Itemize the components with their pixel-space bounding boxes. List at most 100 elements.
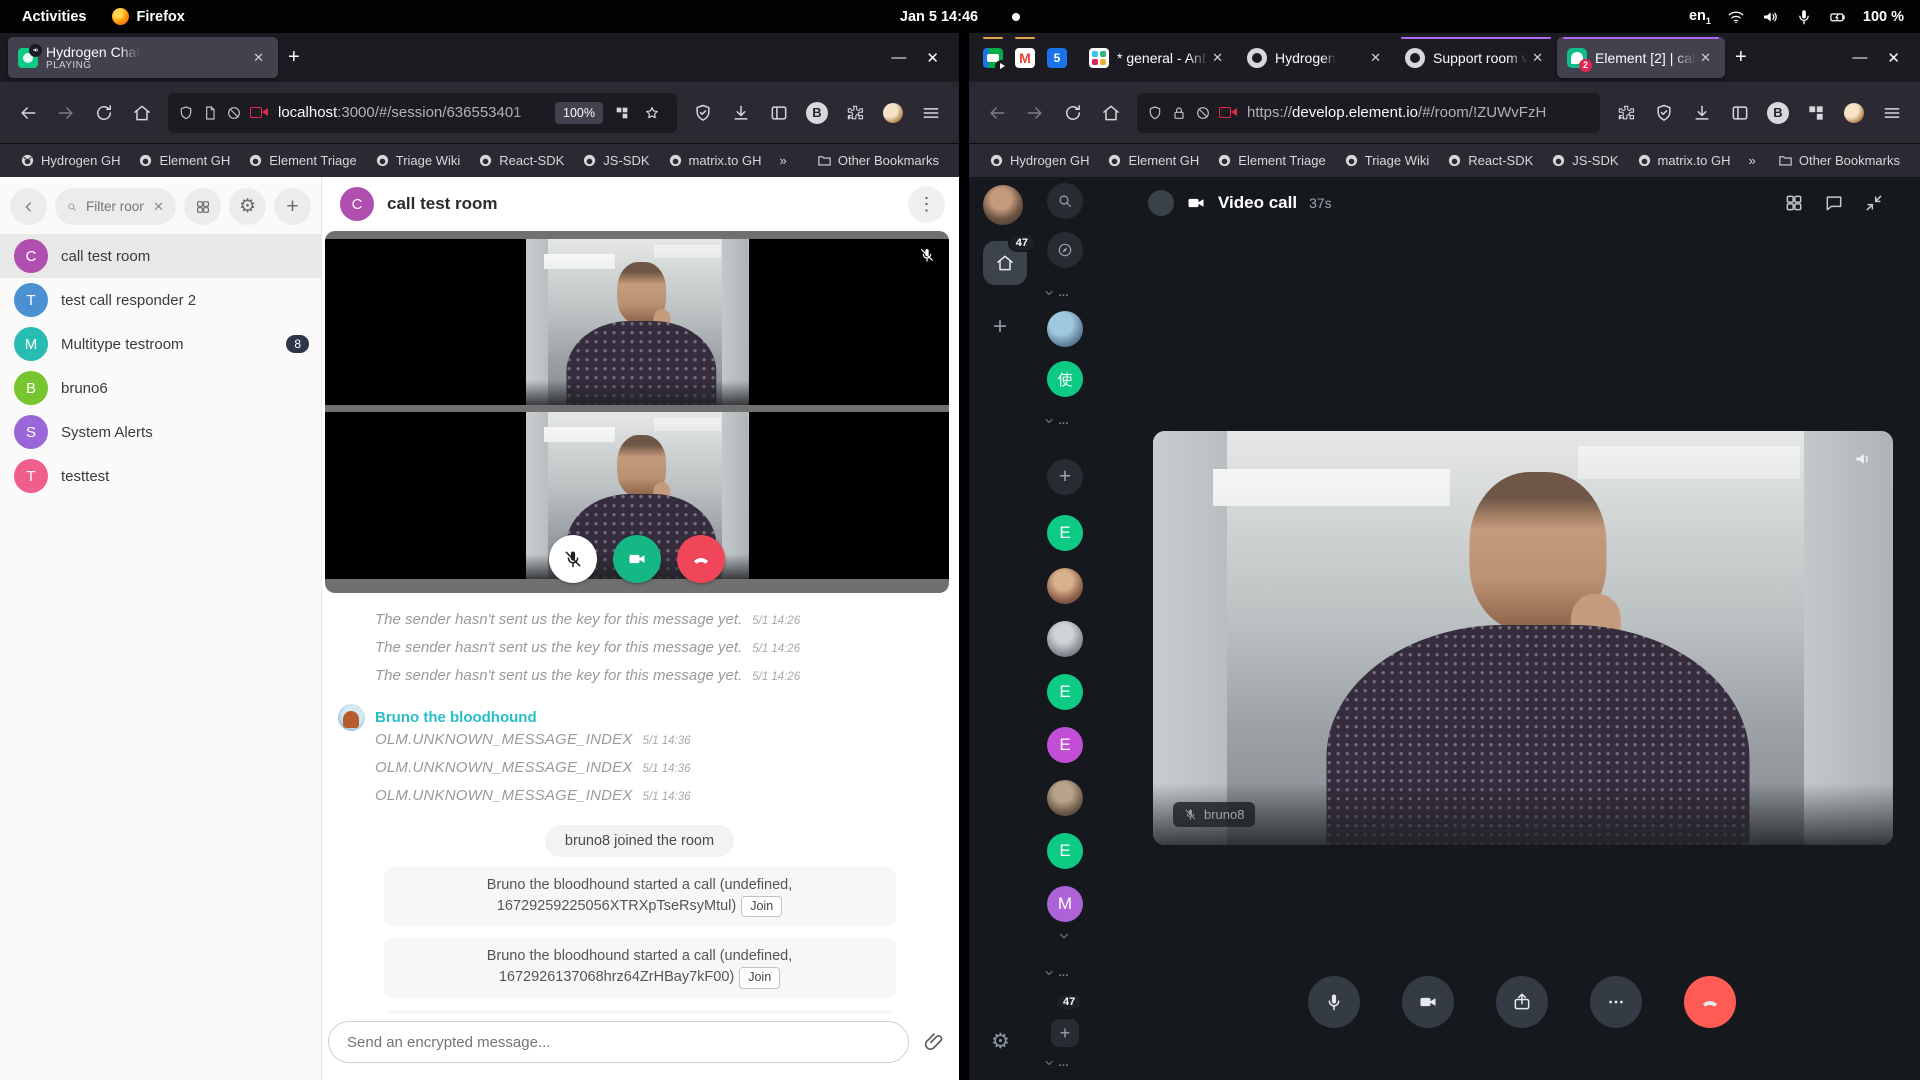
activities-button[interactable]: Activities: [22, 9, 86, 25]
create-room-button[interactable]: +: [274, 188, 311, 225]
new-tab-button[interactable]: +: [1725, 44, 1757, 71]
chat-bubble-icon[interactable]: [1824, 193, 1844, 213]
forward-button[interactable]: [1017, 95, 1053, 131]
room-avatar-photo[interactable]: [1047, 311, 1083, 347]
composer-field[interactable]: [328, 1021, 909, 1063]
sidebar-toggle-icon[interactable]: [761, 95, 797, 131]
audio-output-icon[interactable]: [1853, 449, 1873, 474]
focused-app-menu[interactable]: Firefox: [112, 8, 184, 25]
bookmark-item[interactable]: Hydrogen GH: [12, 149, 128, 172]
section-collapse-chevron[interactable]: …: [1043, 287, 1071, 299]
section-collapse-chevron[interactable]: …: [1043, 967, 1071, 979]
toggle-camera-button[interactable]: [613, 535, 661, 583]
quick-settings-gear-button[interactable]: ⚙: [991, 1029, 1010, 1054]
home-button[interactable]: [1093, 95, 1129, 131]
room-avatar-letter[interactable]: M: [1047, 886, 1083, 922]
bitwarden-extension-icon[interactable]: B: [1760, 95, 1796, 131]
clear-filter-icon[interactable]: ✕: [153, 199, 164, 215]
message-timeline[interactable]: The sender hasn't sent us the key for th…: [322, 599, 959, 1014]
tab-close-button[interactable]: ✕: [1696, 48, 1715, 68]
room-avatar-kanji[interactable]: 使: [1047, 361, 1083, 397]
extensions-puzzle-icon[interactable]: [837, 95, 873, 131]
room-item-testtest[interactable]: T testtest: [0, 454, 321, 498]
room-avatar-letter[interactable]: E: [1047, 515, 1083, 551]
https-lock-icon[interactable]: [1171, 105, 1187, 121]
join-call-button[interactable]: Join: [741, 896, 782, 918]
toggle-mic-button[interactable]: [1308, 976, 1360, 1028]
back-button[interactable]: [979, 95, 1015, 131]
tab-close-button[interactable]: ✕: [249, 48, 268, 68]
remote-participant-video[interactable]: bruno8 Bruno the…: [1153, 431, 1893, 845]
new-tab-button[interactable]: +: [278, 44, 310, 71]
tab-close-button[interactable]: ✕: [1366, 48, 1385, 68]
reload-button[interactable]: [1055, 95, 1091, 131]
battery-percent[interactable]: 100 %: [1863, 9, 1904, 25]
hamster-extension-icon[interactable]: [1836, 95, 1872, 131]
grid-view-button[interactable]: [184, 188, 221, 225]
menu-hamburger-icon[interactable]: [1874, 95, 1910, 131]
settings-gear-button[interactable]: ⚙: [229, 188, 266, 225]
create-space-button[interactable]: +: [993, 313, 1007, 341]
back-button[interactable]: [10, 95, 46, 131]
tracking-protection-icon[interactable]: [226, 105, 242, 121]
pocket-shield-icon[interactable]: [685, 95, 721, 131]
room-item-multitype-testroom[interactable]: M Multitype testroom 8: [0, 322, 321, 366]
hangup-button[interactable]: [677, 535, 725, 583]
bitwarden-extension-icon[interactable]: B: [799, 95, 835, 131]
extensions-puzzle-icon[interactable]: [1608, 95, 1644, 131]
tracking-protection-icon[interactable]: [1195, 105, 1211, 121]
permissions-shield-icon[interactable]: [1147, 105, 1163, 121]
more-options-button[interactable]: [1590, 976, 1642, 1028]
clock[interactable]: Jan 5 14:46: [900, 9, 978, 25]
pocket-shield-icon[interactable]: [1646, 95, 1682, 131]
other-bookmarks-folder[interactable]: Other Bookmarks: [1770, 149, 1908, 172]
filter-rooms-pill[interactable]: ✕: [55, 188, 176, 225]
page-info-icon[interactable]: [202, 105, 218, 121]
bookmark-item[interactable]: JS-SDK: [1543, 149, 1626, 172]
sidebar-toggle-icon[interactable]: [1722, 95, 1758, 131]
room-avatar-letter[interactable]: E: [1047, 727, 1083, 763]
bookmark-item[interactable]: Triage Wiki: [1336, 149, 1438, 172]
bookmark-item[interactable]: matrix.to GH: [660, 149, 770, 172]
room-item-bruno6[interactable]: B bruno6: [0, 366, 321, 410]
address-bar[interactable]: https://develop.element.io/#/room/!ZUWvF…: [1137, 93, 1600, 133]
bookmark-item[interactable]: Triage Wiki: [367, 149, 469, 172]
pinned-tab-meet[interactable]: [977, 37, 1009, 78]
forward-button[interactable]: [48, 95, 84, 131]
downloads-button[interactable]: [723, 95, 759, 131]
attachment-paperclip-icon[interactable]: [923, 1031, 945, 1053]
camera-sharing-indicator-icon[interactable]: [1219, 106, 1237, 120]
room-item-test-call-responder[interactable]: T test call responder 2: [0, 278, 321, 322]
room-avatar-letter[interactable]: E: [1047, 833, 1083, 869]
user-avatar[interactable]: [983, 185, 1023, 225]
reload-button[interactable]: [86, 95, 122, 131]
bookmark-star-icon[interactable]: [637, 95, 667, 131]
keyboard-layout[interactable]: en1: [1689, 8, 1711, 26]
room-avatar-photo[interactable]: [1047, 568, 1083, 604]
composer-input[interactable]: [345, 1033, 892, 1052]
tab-close-button[interactable]: ✕: [1528, 48, 1547, 68]
sender-name[interactable]: Bruno the bloodhound: [375, 709, 537, 726]
downloads-button[interactable]: [1684, 95, 1720, 131]
room-item-call-test-room[interactable]: C call test room: [0, 234, 321, 278]
collapse-pip-icon[interactable]: [1864, 193, 1884, 213]
bookmark-item[interactable]: JS-SDK: [574, 149, 657, 172]
address-bar[interactable]: localhost:3000/#/session/636553401 100%: [168, 93, 677, 133]
layout-grid-icon[interactable]: [1784, 193, 1804, 213]
home-space-button[interactable]: 47: [983, 241, 1027, 285]
home-button[interactable]: [124, 95, 160, 131]
hamster-extension-icon[interactable]: [875, 95, 911, 131]
window-close-button[interactable]: ✕: [1887, 49, 1900, 67]
window-minimize-button[interactable]: —: [1852, 49, 1867, 66]
join-call-button[interactable]: Join: [739, 967, 780, 989]
bookmark-item[interactable]: Element Triage: [240, 149, 364, 172]
other-bookmarks-folder[interactable]: Other Bookmarks: [809, 149, 947, 172]
filter-rooms-input[interactable]: [84, 198, 146, 215]
bookmark-item[interactable]: Element Triage: [1209, 149, 1333, 172]
tab-media-status[interactable]: PLAYING: [46, 60, 140, 72]
bookmark-item[interactable]: React-SDK: [470, 149, 572, 172]
tab-hydrogen-gh[interactable]: Hydrogen ✕: [1237, 37, 1395, 78]
bookmark-item[interactable]: Element GH: [130, 149, 238, 172]
tab-element-call[interactable]: 2 Element [2] | call ✕: [1557, 37, 1725, 78]
bookmarks-overflow-chevron[interactable]: »: [1741, 149, 1764, 172]
